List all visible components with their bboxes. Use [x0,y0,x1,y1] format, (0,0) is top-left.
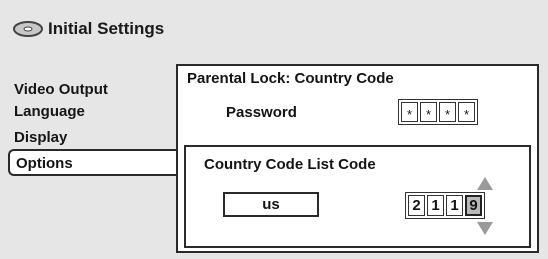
sidebar-item-language[interactable]: Language [14,103,85,120]
panel-title: Parental Lock: Country Code [187,70,394,87]
password-char[interactable]: * [420,102,437,122]
code-digit-active[interactable]: 9 [465,195,482,216]
code-digit[interactable]: 1 [427,195,444,216]
password-char[interactable]: * [401,102,418,122]
sidebar-item-display[interactable]: Display [14,129,67,146]
page-title: Initial Settings [48,19,165,38]
country-code-field[interactable]: us [223,192,319,217]
country-code-title: Country Code List Code [204,156,376,173]
sidebar-item-options[interactable]: Options [8,149,178,176]
disc-icon [13,21,43,37]
country-code-box: Country Code List Code us 2 1 1 9 [184,145,531,248]
code-digit[interactable]: 1 [446,195,463,216]
code-digit[interactable]: 2 [408,195,425,216]
initial-settings-screen: Initial Settings Video Output Language D… [0,0,548,259]
password-char[interactable]: * [439,102,456,122]
sidebar-item-video-output[interactable]: Video Output [14,81,108,98]
password-char[interactable]: * [458,102,475,122]
country-code-digits[interactable]: 2 1 1 9 [405,192,485,219]
options-panel: Parental Lock: Country Code Password * *… [176,64,539,253]
arrow-up-icon[interactable] [477,177,493,190]
password-field[interactable]: * * * * [398,99,478,125]
password-label: Password [226,104,297,121]
arrow-down-icon[interactable] [477,222,493,235]
